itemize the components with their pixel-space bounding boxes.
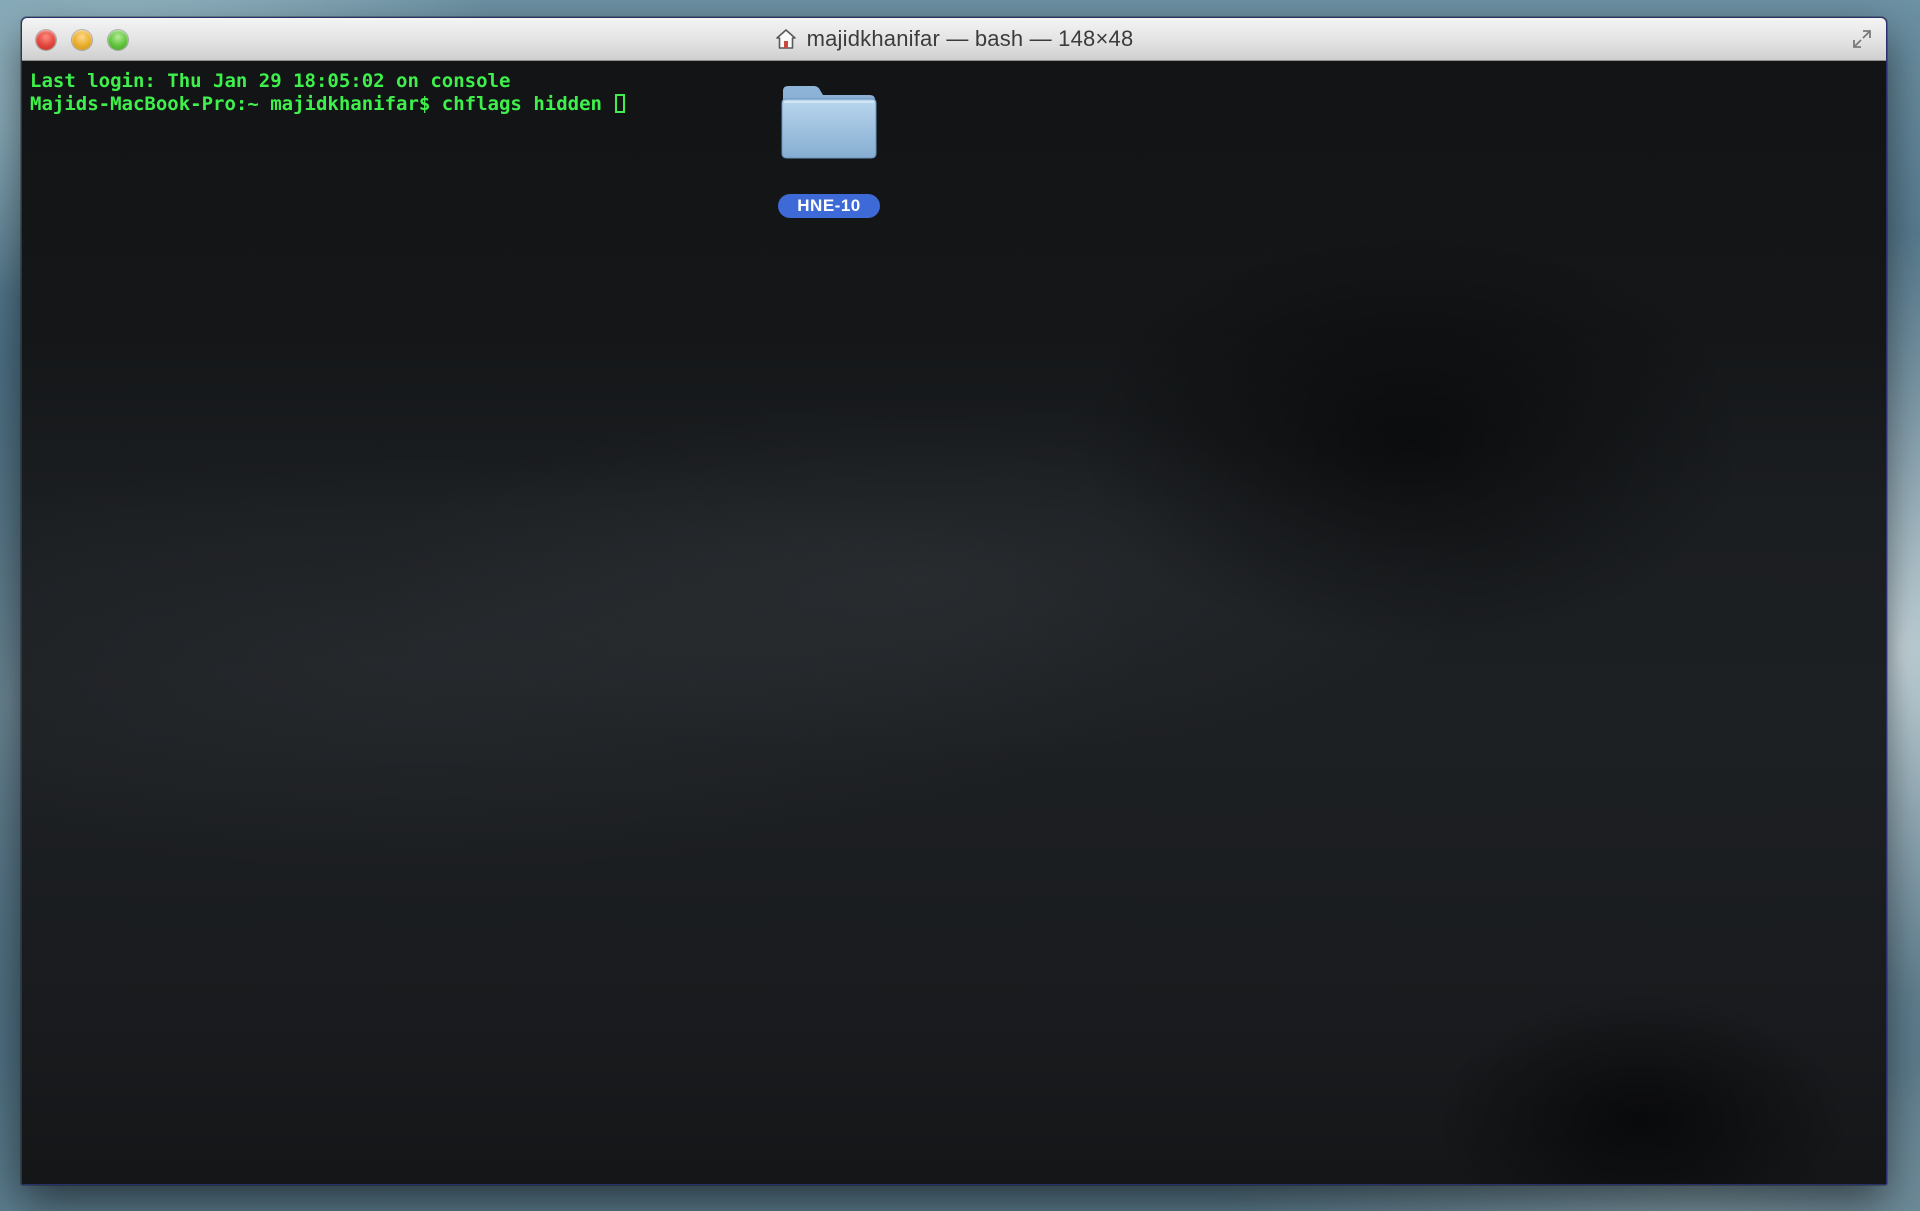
desktop-background: majidkhanifar — bash — 148×48 Last login…	[0, 0, 1920, 1211]
desktop-folder-item[interactable]: HNE-10	[758, 83, 898, 218]
title-bar[interactable]: majidkhanifar — bash — 148×48	[22, 18, 1886, 61]
text-cursor	[615, 94, 626, 113]
folder-label[interactable]: HNE-10	[778, 194, 880, 218]
home-icon	[775, 28, 797, 50]
terminal-line-prompt: Majids-MacBook-Pro:~ majidkhanifar$ chfl…	[30, 93, 626, 116]
fullscreen-icon[interactable]	[1850, 27, 1874, 51]
terminal-line-login: Last login: Thu Jan 29 18:05:02 on conso…	[30, 70, 511, 92]
window-title: majidkhanifar — bash — 148×48	[806, 26, 1134, 51]
window-title-group: majidkhanifar — bash — 148×48	[22, 18, 1886, 60]
folder-icon[interactable]	[780, 83, 878, 159]
terminal-window[interactable]: majidkhanifar — bash — 148×48 Last login…	[21, 17, 1887, 1185]
terminal-content[interactable]: Last login: Thu Jan 29 18:05:02 on conso…	[22, 61, 1886, 1184]
prompt-command-text: Majids-MacBook-Pro:~ majidkhanifar$ chfl…	[30, 93, 614, 115]
